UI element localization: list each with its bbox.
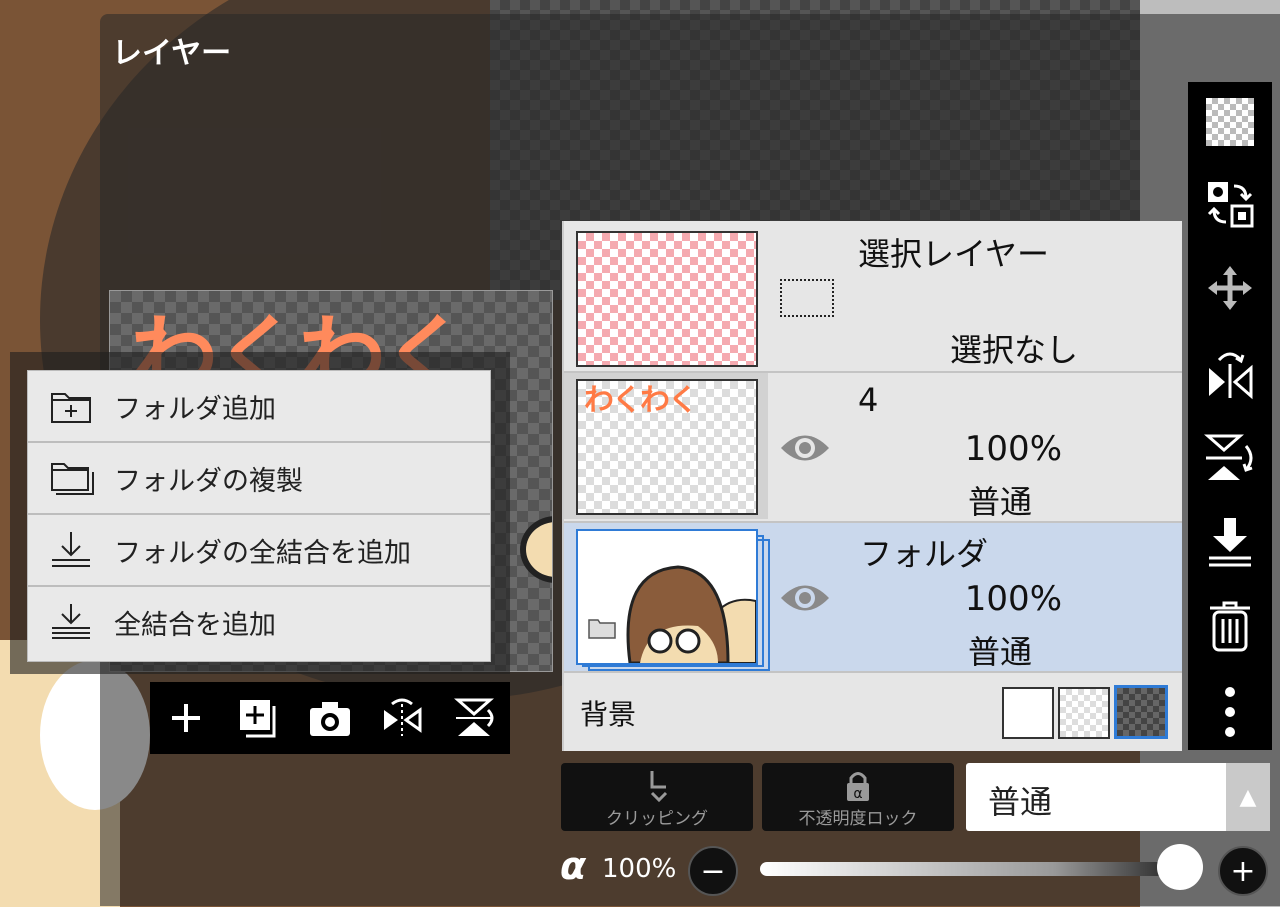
- background-row: 背景: [564, 673, 1182, 751]
- layer-row[interactable]: わくわく 4 100% 普通: [564, 373, 1182, 523]
- background-white-swatch[interactable]: [1002, 687, 1054, 739]
- selection-marquee-icon: [780, 279, 834, 317]
- clipping-button[interactable]: クリッピング: [561, 763, 753, 831]
- blend-mode-select[interactable]: 普通 ▲: [966, 763, 1270, 831]
- trash-icon[interactable]: [1204, 600, 1256, 652]
- dropdown-arrow-icon: ▲: [1226, 763, 1270, 831]
- menu-item-label: 全結合を追加: [114, 609, 276, 641]
- layer-blend-mode: 普通: [967, 633, 1032, 671]
- merge-down-icon: [50, 530, 92, 570]
- swap-layers-icon[interactable]: [1204, 178, 1256, 230]
- menu-item-label: フォルダ追加: [114, 393, 276, 425]
- move-icon[interactable]: [1204, 262, 1256, 314]
- selection-layer-name: 選択レイヤー: [858, 235, 1050, 273]
- thumbnail-text: わくわく: [584, 383, 698, 418]
- layer-blend-mode: 普通: [967, 483, 1032, 521]
- folder-duplicate-icon: [50, 458, 94, 498]
- merge-down-icon[interactable]: [1204, 516, 1256, 568]
- layer-row-selected[interactable]: フォルダ 100% 普通: [564, 523, 1182, 673]
- clipping-label: クリッピング: [606, 809, 708, 829]
- background-label: 背景: [580, 698, 637, 731]
- merge-down-icon: [50, 602, 92, 642]
- alpha-symbol: α: [560, 844, 587, 888]
- opacity-slider[interactable]: [760, 862, 1180, 876]
- lock-icon: α: [847, 772, 869, 802]
- menu-item-duplicate-folder[interactable]: フォルダの複製: [28, 443, 490, 515]
- background-dark-swatch[interactable]: [1114, 685, 1168, 739]
- transparent-fill-icon[interactable]: [1204, 96, 1256, 148]
- selection-layer-thumbnail: [576, 231, 758, 367]
- opacity-slider-handle[interactable]: [1157, 844, 1203, 890]
- layer-opacity: 100%: [964, 579, 1062, 619]
- background-transparent-swatch[interactable]: [1058, 687, 1110, 739]
- opacity-increase-button[interactable]: +: [1218, 846, 1268, 896]
- opacity-decrease-button[interactable]: −: [688, 846, 738, 896]
- clipping-icon: [650, 771, 668, 803]
- layer-side-toolbar: [1188, 82, 1272, 750]
- folder-add-icon: [50, 386, 92, 426]
- folder-icon: [588, 617, 616, 639]
- visibility-eye-icon[interactable]: [779, 581, 831, 615]
- layer-opacity: 100%: [964, 429, 1062, 469]
- alpha-lock-button[interactable]: α 不透明度ロック: [762, 763, 954, 831]
- layer-name: フォルダ: [860, 535, 989, 573]
- opacity-value: 100%: [602, 854, 677, 884]
- visibility-eye-icon[interactable]: [779, 431, 831, 465]
- menu-item-label: フォルダの全結合を追加: [114, 537, 411, 569]
- flip-horizontal-icon[interactable]: [1204, 348, 1256, 400]
- dialog-title: レイヤー: [112, 36, 232, 71]
- menu-item-add-folder-merged[interactable]: フォルダの全結合を追加: [28, 515, 490, 587]
- layer-thumbnail: わくわく: [576, 379, 758, 515]
- folder-thumbnail: [576, 529, 758, 665]
- flip-horizontal-icon[interactable]: [378, 694, 426, 742]
- alpha-lock-label: 不透明度ロック: [798, 809, 918, 829]
- more-options-icon[interactable]: [1204, 686, 1256, 738]
- selection-status: 選択なし: [950, 331, 1079, 369]
- svg-text:α: α: [853, 786, 862, 802]
- add-icon[interactable]: [162, 694, 210, 742]
- add-layer-icon[interactable]: [234, 694, 282, 742]
- layer-name: 4: [858, 381, 879, 419]
- flip-vertical-icon[interactable]: [450, 694, 498, 742]
- menu-item-add-all-merged[interactable]: 全結合を追加: [28, 587, 490, 657]
- selection-layer-row[interactable]: 選択レイヤー 選択なし: [564, 221, 1182, 373]
- flip-vertical-icon[interactable]: [1204, 432, 1256, 484]
- camera-icon[interactable]: [306, 694, 354, 742]
- layer-list: 選択レイヤー 選択なし わくわく 4 100% 普通 フォルダ 100% 普通 …: [562, 221, 1182, 751]
- menu-item-label: フォルダの複製: [114, 465, 303, 497]
- menu-item-add-folder[interactable]: フォルダ追加: [28, 371, 490, 443]
- blend-mode-value: 普通: [988, 783, 1053, 821]
- folder-menu: フォルダ追加 フォルダの複製 フォルダの全結合を追加 全結合を追加: [27, 370, 491, 662]
- preview-toolbar: [150, 682, 510, 754]
- opacity-row: α 100% − +: [560, 840, 1280, 900]
- preview-hand-shape: [520, 516, 552, 583]
- thumbnail-character: [626, 565, 756, 663]
